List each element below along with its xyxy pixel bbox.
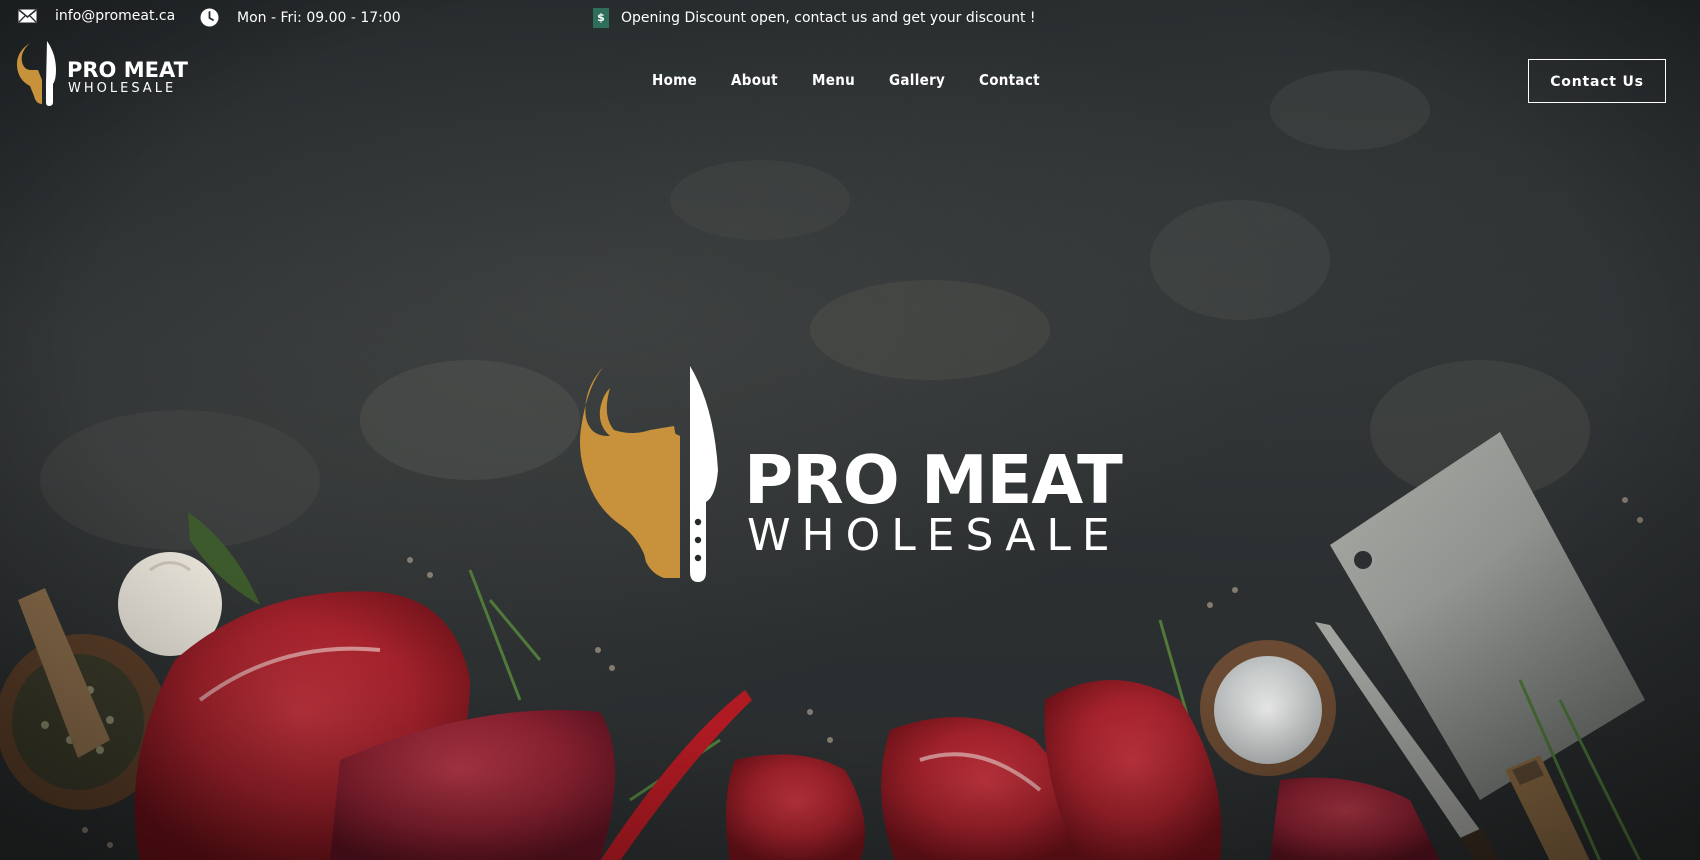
clock-icon (200, 8, 219, 27)
announcement: $ Opening Discount open, contact us and … (593, 8, 1036, 28)
nav-item-contact[interactable]: Contact (979, 71, 1040, 89)
nav-item-menu[interactable]: Menu (812, 71, 855, 89)
bull-head-knife-logo-icon (580, 366, 718, 582)
hours-text: Mon - Fri: 09.00 - 17:00 (237, 9, 401, 26)
email-text: info@promeat.ca (55, 8, 176, 24)
nav-item-home[interactable]: Home (652, 71, 697, 89)
header-logo[interactable]: PRO MEAT WHOLESALE (16, 40, 188, 106)
header-brand-name: PRO MEAT (67, 58, 188, 82)
email-info[interactable]: info@promeat.ca (18, 8, 175, 24)
nav-item-about[interactable]: About (731, 71, 778, 89)
envelope-icon (18, 9, 37, 23)
nav-item-gallery[interactable]: Gallery (889, 71, 945, 89)
dollar-badge: $ (593, 8, 609, 28)
page: info@promeat.ca Mon - Fri: 09.00 - 17:00… (0, 0, 1700, 860)
hero-brand-name: PRO MEAT (744, 441, 1123, 519)
hours-info: Mon - Fri: 09.00 - 17:00 (200, 8, 401, 27)
header-brand-tagline: WHOLESALE (68, 81, 177, 96)
announcement-text: Opening Discount open, contact us and ge… (621, 10, 1036, 26)
hero-brand-tagline: WHOLESALE (747, 510, 1121, 561)
contact-us-button[interactable]: Contact Us (1528, 59, 1666, 103)
bull-head-knife-icon (16, 41, 56, 106)
top-info-bar: info@promeat.ca Mon - Fri: 09.00 - 17:00… (0, 0, 1700, 36)
hero-section: info@promeat.ca Mon - Fri: 09.00 - 17:00… (0, 0, 1700, 860)
hero-logo: PRO MEAT WHOLESALE (580, 366, 1123, 582)
